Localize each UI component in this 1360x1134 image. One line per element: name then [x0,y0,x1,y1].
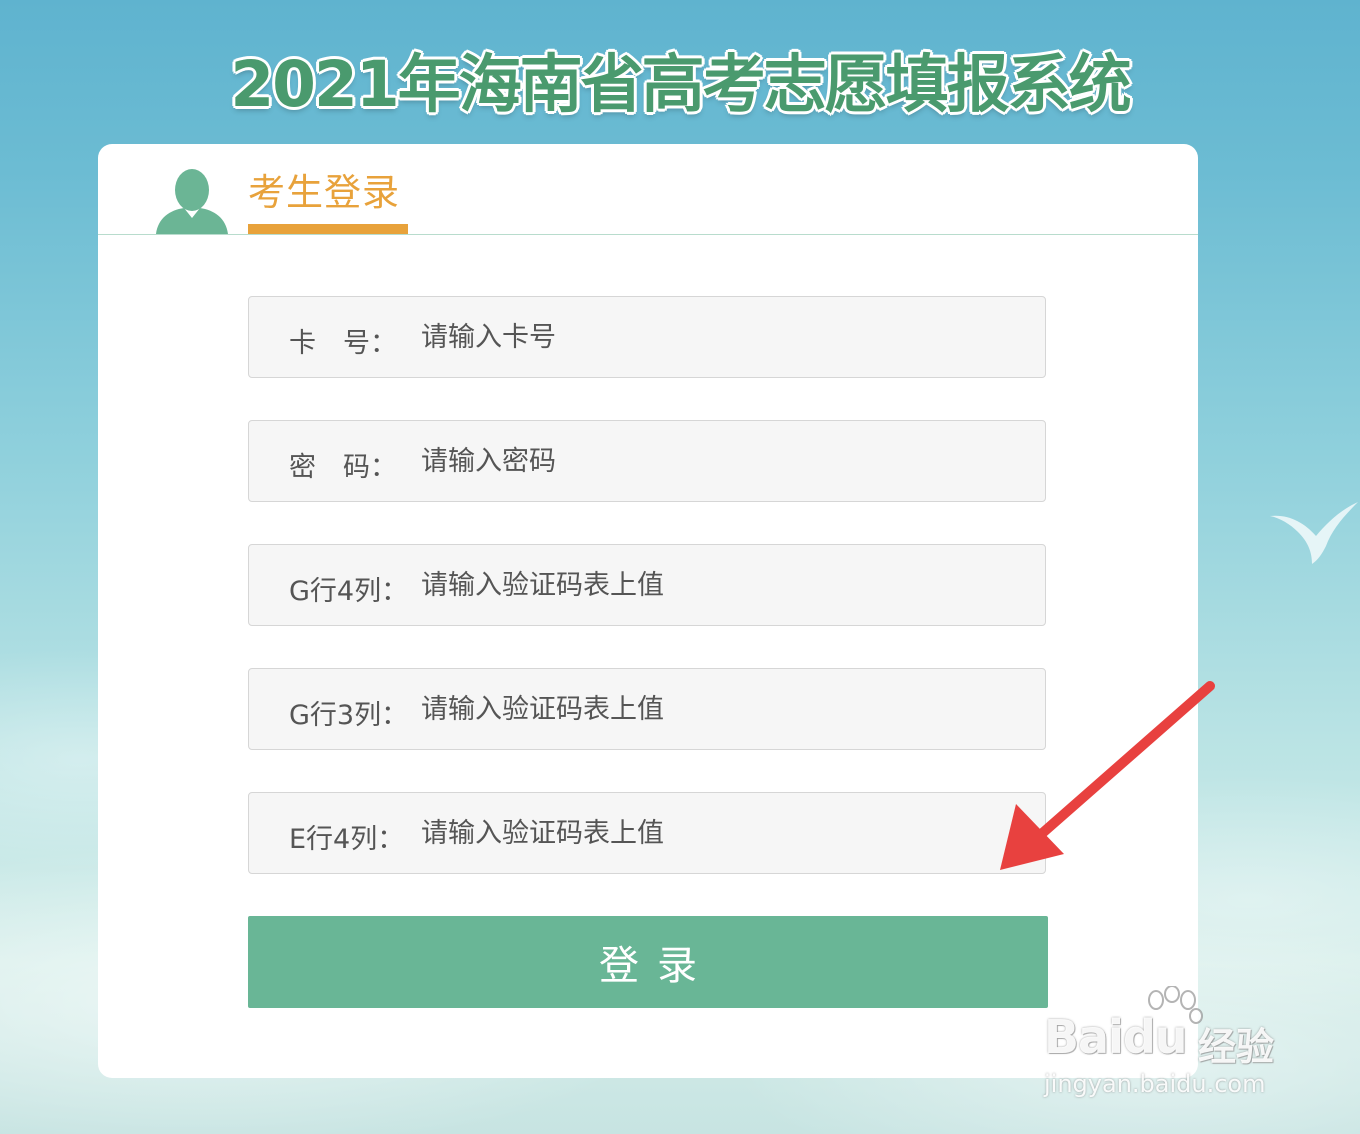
jingyan-text: 经验 [1198,1025,1275,1069]
password-input[interactable] [421,435,1021,487]
tab-student-login[interactable]: 考生登录 [248,162,400,216]
captcha-g3-input[interactable] [421,683,1021,735]
captcha-g4-input[interactable] [421,559,1021,611]
watermark-url: jingyan.baidu.com [1044,1070,1266,1098]
captcha-e4-label: E行4列： [289,824,405,855]
tab-active-indicator [248,224,408,234]
password-label: 密 码： [289,452,397,483]
bird-icon [1270,502,1358,564]
login-card: 考生登录 卡 号： 密 码： G行4列： G行3列： E行4列： 登录 [98,144,1198,1078]
baidu-logo-text: Baidu [1044,1010,1188,1064]
login-button[interactable]: 登录 [248,916,1048,1008]
baidu-jingyan-watermark: Baidu 经验 jingyan.baidu.com [1040,986,1300,1106]
page-title: 2021年海南省高考志愿填报系统 [230,48,1131,121]
card-header: 考生登录 [98,144,1198,235]
user-icon [156,169,228,234]
captcha-g4-field[interactable]: G行4列： [248,544,1046,626]
captcha-g4-label: G行4列： [289,576,409,607]
card-number-input[interactable] [421,311,1021,363]
red-arrow-icon [1000,681,1215,870]
captcha-g3-label: G行3列： [289,700,409,731]
captcha-e4-input[interactable] [421,807,1021,859]
card-number-label: 卡 号： [289,328,397,359]
captcha-e4-field[interactable]: E行4列： [248,792,1046,874]
captcha-g3-field[interactable]: G行3列： [248,668,1046,750]
password-field[interactable]: 密 码： [248,420,1046,502]
card-number-field[interactable]: 卡 号： [248,296,1046,378]
